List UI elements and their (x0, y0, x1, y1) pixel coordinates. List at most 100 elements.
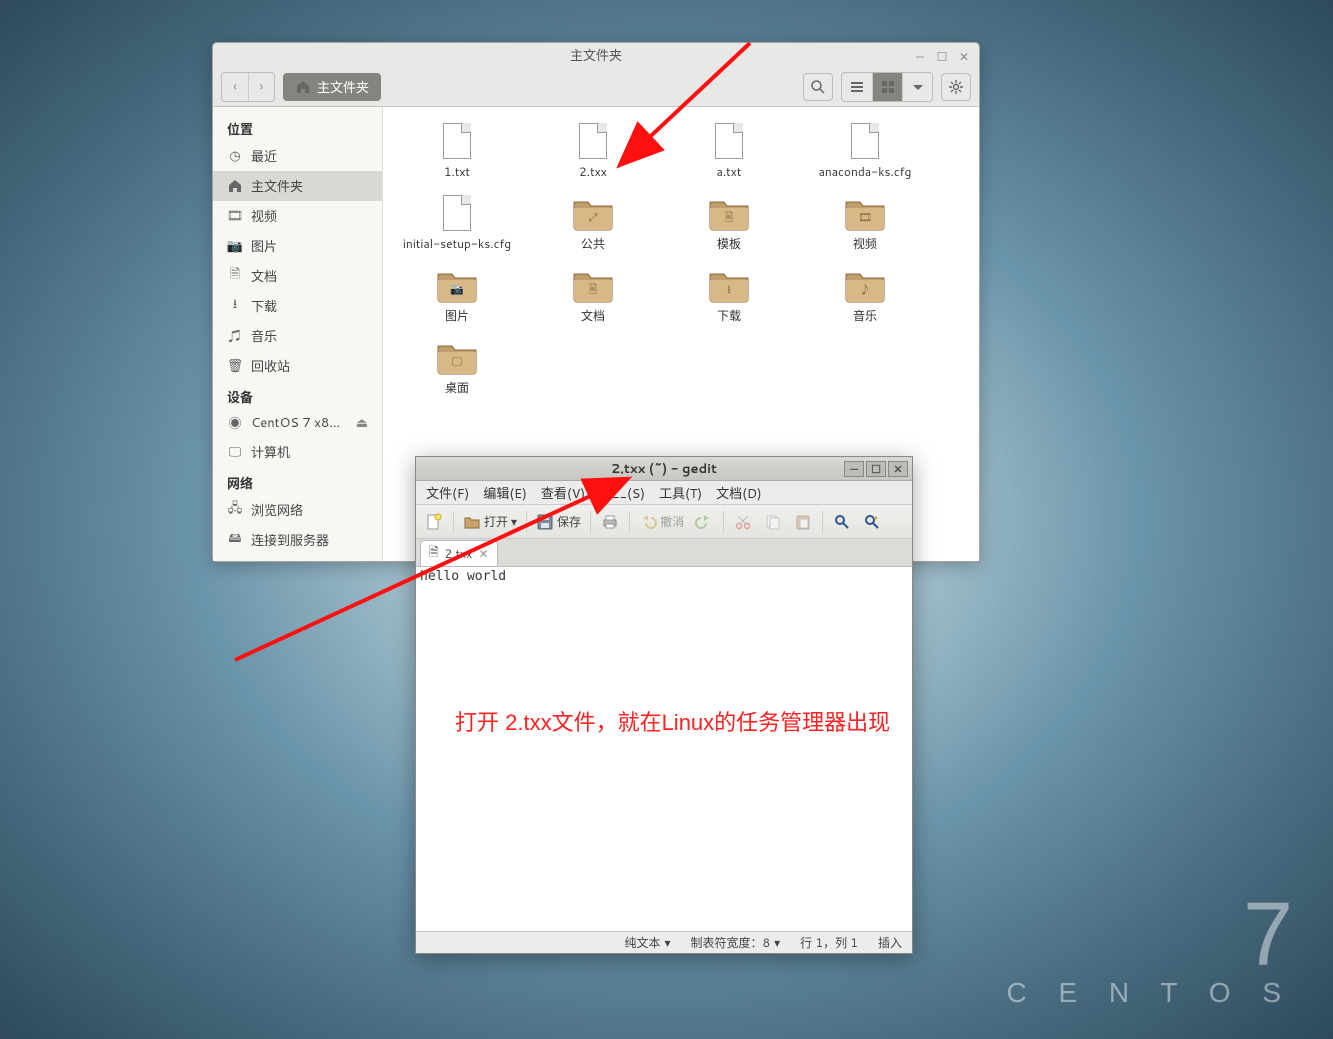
sidebar-item-trash[interactable]: 🗑回收站 (213, 351, 382, 381)
menu-search[interactable]: 搜__(S) (593, 481, 651, 505)
nav-back-button[interactable]: ‹ (222, 73, 248, 101)
folder-item[interactable]: 🗎 文档 (525, 261, 661, 333)
undo-button[interactable]: 撤消 (635, 508, 688, 536)
file-label: 公共 (581, 235, 605, 252)
gedit-editor[interactable]: hello world (416, 567, 912, 931)
menu-docs[interactable]: 文档(D) (710, 481, 768, 505)
save-icon (536, 513, 554, 531)
view-grid-button[interactable] (872, 73, 902, 101)
sidebar-item-documents[interactable]: 🗎文档 (213, 261, 382, 291)
file-item[interactable]: 1.txt (389, 117, 525, 189)
save-button[interactable]: 保存 (532, 508, 585, 536)
clock-icon: ◷ (227, 148, 243, 164)
sidebar-item-recent[interactable]: ◷最近 (213, 141, 382, 171)
open-button[interactable]: 打开▾ (459, 508, 521, 536)
menu-file[interactable]: 文件(F) (420, 481, 475, 505)
folder-icon: 🗎 (570, 265, 616, 305)
sidebar-item-videos[interactable]: 🎞视频 (213, 201, 382, 231)
close-button[interactable]: ✕ (957, 49, 971, 63)
trash-icon: 🗑 (227, 358, 243, 374)
status-tabwidth[interactable]: 制表符宽度：8▾ (691, 934, 781, 951)
svg-text:🖵: 🖵 (452, 353, 463, 369)
tab-close-button[interactable]: ✕ (478, 545, 488, 562)
chevron-down-icon: ▾ (774, 934, 780, 951)
find-button[interactable] (828, 508, 856, 536)
new-button[interactable] (420, 508, 448, 536)
minimize-button[interactable]: — (913, 49, 927, 63)
file-manager-sidebar: 位置 ◷最近 主文件夹 🎞视频 📷图片 🗎文档 ⭳下载 ♫音乐 🗑回收站 设备 … (213, 107, 383, 561)
home-icon (227, 178, 243, 194)
gedit-toolbar: 打开▾ 保存 撤消 (416, 505, 912, 539)
view-list-button[interactable] (842, 73, 872, 101)
gear-icon (948, 79, 964, 95)
gedit-titlebar[interactable]: 2.txx (~) - gedit — ☐ ✕ (416, 457, 912, 481)
sidebar-item-music[interactable]: ♫音乐 (213, 321, 382, 351)
minimize-button[interactable]: — (844, 461, 864, 477)
menu-view[interactable]: 查看(V) (535, 481, 591, 505)
video-icon: 🎞 (227, 208, 243, 224)
redo-button[interactable] (690, 508, 718, 536)
folder-item[interactable]: 🖵 桌面 (389, 333, 525, 405)
svg-text:⭳: ⭳ (727, 281, 731, 297)
file-icon (434, 121, 480, 161)
sidebar-item-pictures[interactable]: 📷图片 (213, 231, 382, 261)
settings-button[interactable] (941, 73, 971, 101)
sidebar-item-downloads[interactable]: ⭳下载 (213, 291, 382, 321)
gedit-statusbar: 纯文本▾ 制表符宽度：8▾ 行 1，列 1 插入 (416, 931, 912, 953)
window-title: 主文件夹 (570, 45, 622, 65)
folder-item[interactable]: 🎞 视频 (797, 189, 933, 261)
maximize-button[interactable]: ☐ (935, 49, 949, 63)
status-insert: 插入 (878, 934, 902, 951)
print-button[interactable] (596, 508, 624, 536)
document-icon: 🗎 (429, 543, 439, 564)
svg-text:🗎: 🗎 (589, 281, 598, 297)
grid-icon (880, 79, 896, 95)
file-label: 下载 (717, 307, 741, 324)
file-item[interactable]: initial-setup-ks.cfg (389, 189, 525, 261)
nav-forward-button[interactable]: › (248, 73, 274, 101)
sidebar-item-browse[interactable]: 🖧浏览网络 (213, 495, 382, 525)
file-manager-titlebar[interactable]: 主文件夹 — ☐ ✕ (213, 43, 979, 68)
file-label: 视频 (853, 235, 877, 252)
network-icon: 🖧 (227, 502, 243, 518)
svg-text:🎞: 🎞 (858, 209, 872, 225)
sidebar-item-cd[interactable]: ◉CentOS 7 x8…⏏ (213, 409, 382, 437)
file-item[interactable]: 2.txx (525, 117, 661, 189)
file-label: 2.txx (579, 163, 607, 180)
folder-item[interactable]: 📷 图片 (389, 261, 525, 333)
desktop-brand: 7 C E N T O S (1006, 899, 1293, 1009)
file-icon (706, 121, 752, 161)
sidebar-item-computer[interactable]: 🖵计算机 (213, 437, 382, 467)
sidebar-header-places: 位置 (213, 113, 382, 141)
menu-tools[interactable]: 工具(T) (653, 481, 708, 505)
paste-button[interactable] (789, 508, 817, 536)
undo-icon (639, 513, 657, 531)
sidebar-item-home[interactable]: 主文件夹 (213, 171, 382, 201)
cut-button[interactable] (729, 508, 757, 536)
folder-item[interactable]: ⭳ 下载 (661, 261, 797, 333)
folder-item[interactable]: ♪ 音乐 (797, 261, 933, 333)
eject-icon[interactable]: ⏏ (356, 414, 368, 432)
menu-edit[interactable]: 编辑(E) (477, 481, 533, 505)
gedit-menubar: 文件(F) 编辑(E) 查看(V) 搜__(S) 工具(T) 文档(D) (416, 481, 912, 505)
file-item[interactable]: a.txt (661, 117, 797, 189)
file-item[interactable]: anaconda-ks.cfg (797, 117, 933, 189)
folder-open-icon (463, 513, 481, 531)
close-button[interactable]: ✕ (888, 461, 908, 477)
path-home-button[interactable]: 主文件夹 (283, 73, 381, 101)
folder-icon: 🗎 (706, 193, 752, 233)
printer-icon (601, 513, 619, 531)
status-plaintext[interactable]: 纯文本▾ (624, 934, 670, 951)
disc-icon: ◉ (227, 415, 243, 431)
sidebar-item-connect[interactable]: 🖴连接到服务器 (213, 525, 382, 555)
maximize-button[interactable]: ☐ (866, 461, 886, 477)
folder-item[interactable]: 🗎 模板 (661, 189, 797, 261)
redo-icon (695, 513, 713, 531)
gedit-tab[interactable]: 🗎 2.txx ✕ (420, 540, 498, 566)
folder-item[interactable]: ⤢ 公共 (525, 189, 661, 261)
chevron-down-icon: ▾ (664, 934, 670, 951)
search-button[interactable] (803, 73, 833, 101)
copy-button[interactable] (759, 508, 787, 536)
find-replace-button[interactable] (858, 508, 886, 536)
view-dropdown-button[interactable] (902, 73, 932, 101)
